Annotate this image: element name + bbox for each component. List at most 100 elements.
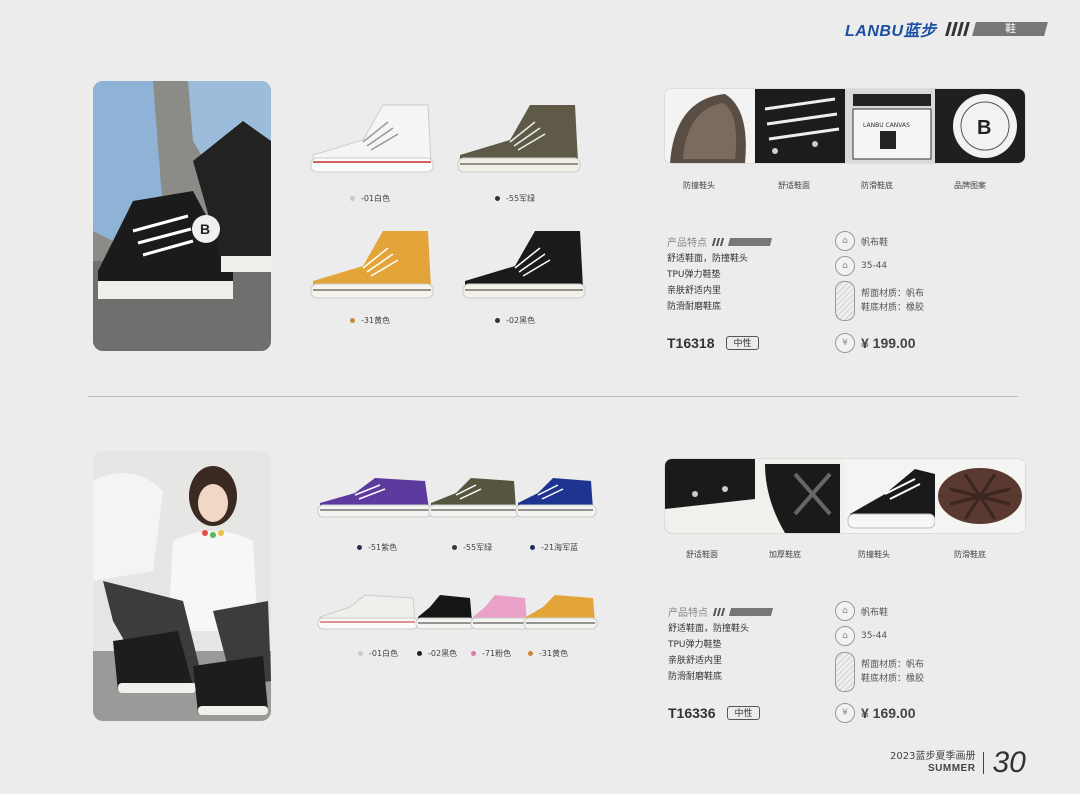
spec-size: ⌂ 35-44	[835, 626, 887, 646]
spec-material: 帮面材质：帆布 鞋底材质：橡胶	[835, 281, 924, 321]
color-dot	[530, 545, 535, 550]
price-row: ¥ ¥ 169.00	[835, 703, 916, 723]
variant-label: -55军绿	[495, 193, 535, 204]
feature-item: 舒适鞋面，防撞鞋头	[668, 624, 750, 634]
spec-size: ⌂ 35-44	[835, 256, 887, 276]
features-title: 产品特点	[668, 604, 774, 619]
svg-text:B: B	[977, 117, 991, 139]
variant-label: -31黄色	[528, 648, 568, 659]
detail-upper	[665, 459, 755, 533]
detail-label: 防滑鞋底	[861, 181, 893, 190]
variant-shoe-yellow[interactable]	[523, 590, 598, 639]
variant-label: -55军绿	[452, 542, 492, 553]
price-row: ¥ ¥ 199.00	[835, 333, 916, 353]
svg-text:B: B	[200, 221, 210, 237]
shoe-icon: ⌂	[835, 231, 855, 251]
detail-brand-emblem: B	[935, 89, 1025, 163]
product-code: T16318 中性	[667, 335, 759, 351]
variant-label: -01白色	[350, 193, 390, 204]
variant-shoe-yellow[interactable]	[303, 226, 438, 312]
features-list: 舒适鞋面，防撞鞋头 TPU弹力鞋垫 亲肤舒适内里 防滑耐磨鞋底	[667, 251, 748, 315]
footer-separator	[983, 752, 985, 774]
detail-label: 防撞鞋头	[683, 181, 715, 190]
title-decoration	[712, 607, 726, 616]
price-tag-icon: ¥	[835, 703, 855, 723]
brand-logo: LANBU蓝步	[845, 23, 937, 40]
detail-outsole	[935, 459, 1025, 533]
feature-item: 亲肤舒适内里	[668, 656, 723, 666]
detail-label: 舒适鞋面	[778, 181, 810, 190]
feature-item: TPU弹力鞋垫	[667, 270, 721, 280]
footer: 2023蓝步夏季画册 SUMMER 30	[890, 746, 1026, 780]
variant-label: -02黑色	[417, 648, 457, 659]
spec-material: 帮面材质：帆布 鞋底材质：橡胶	[835, 652, 924, 692]
detail-strip: LANBU CANVAS B	[664, 88, 1026, 164]
color-dot	[350, 318, 355, 323]
color-dot	[495, 196, 500, 201]
title-decoration	[727, 237, 773, 246]
color-dot	[471, 651, 476, 656]
detail-upper	[755, 89, 845, 163]
features-list: 舒适鞋面，防撞鞋头 TPU弹力鞋垫 亲肤舒适内里 防滑耐磨鞋底	[668, 621, 749, 685]
variant-label: -21海军蓝	[530, 542, 578, 553]
color-dot	[452, 545, 457, 550]
detail-sole: LANBU CANVAS	[845, 89, 935, 163]
variant-shoe-navy[interactable]	[513, 473, 598, 527]
feature-item: 防滑耐磨鞋底	[667, 302, 722, 312]
gender-badge: 中性	[727, 706, 760, 720]
detail-label: 防撞鞋头	[858, 550, 890, 559]
variant-shoe-black[interactable]	[415, 590, 475, 639]
lifestyle-photo-hightop: B	[93, 81, 271, 351]
variant-shoe-white[interactable]	[315, 590, 420, 639]
variant-label: -02黑色	[495, 315, 535, 326]
feature-item: 亲肤舒适内里	[667, 286, 722, 296]
footer-caption: 2023蓝步夏季画册 SUMMER	[890, 751, 976, 774]
variant-shoe-pink[interactable]	[470, 590, 530, 639]
variant-shoe-black[interactable]	[455, 226, 590, 312]
svg-text:LANBU CANVAS: LANBU CANVAS	[863, 122, 910, 129]
feature-item: 防滑耐磨鞋底	[668, 672, 723, 682]
spec-type: ⌂ 帆布鞋	[835, 231, 888, 251]
product-code: T16336 中性	[668, 705, 760, 721]
price-tag-icon: ¥	[835, 333, 855, 353]
detail-label: 舒适鞋面	[686, 550, 718, 559]
detail-strip	[664, 458, 1026, 534]
variant-label: -71粉色	[471, 648, 511, 659]
size-icon: ⌂	[835, 256, 855, 276]
price: ¥ 199.00	[861, 335, 916, 351]
color-dot	[357, 545, 362, 550]
variant-shoe-army-green[interactable]	[426, 473, 521, 527]
variant-shoe-white[interactable]	[303, 100, 438, 186]
brand-header: LANBU蓝步 鞋	[845, 17, 1048, 41]
gender-badge: 中性	[726, 336, 759, 350]
detail-toe-cap	[845, 459, 935, 533]
size-icon: ⌂	[835, 626, 855, 646]
detail-label: 加厚鞋底	[769, 550, 801, 559]
color-dot	[495, 318, 500, 323]
material-icon	[835, 652, 855, 692]
category-tag: 鞋	[971, 22, 1048, 36]
variant-shoe-army-green[interactable]	[450, 100, 585, 186]
lifestyle-photo-lowtop	[93, 451, 271, 721]
spec-type: ⌂ 帆布鞋	[835, 601, 888, 621]
detail-thick-sole	[755, 459, 845, 533]
variant-label: -51紫色	[357, 542, 397, 553]
color-dot	[417, 651, 422, 656]
color-dot	[358, 651, 363, 656]
features-title: 产品特点	[667, 234, 773, 249]
feature-item: TPU弹力鞋垫	[668, 640, 722, 650]
detail-label: 防滑鞋底	[954, 550, 986, 559]
variant-shoe-purple[interactable]	[315, 473, 435, 527]
detail-toe-cap	[665, 89, 755, 163]
shoe-icon: ⌂	[835, 601, 855, 621]
variant-label: -01白色	[358, 648, 398, 659]
page-number: 30	[992, 746, 1026, 779]
brand-bars-decoration	[944, 22, 970, 36]
feature-item: 舒适鞋面，防撞鞋头	[667, 254, 749, 264]
section-divider	[88, 396, 1018, 397]
variant-label: -31黄色	[350, 315, 390, 326]
title-decoration	[728, 607, 774, 616]
detail-label: 品牌图案	[954, 181, 986, 190]
title-decoration	[711, 237, 725, 246]
material-icon	[835, 281, 855, 321]
